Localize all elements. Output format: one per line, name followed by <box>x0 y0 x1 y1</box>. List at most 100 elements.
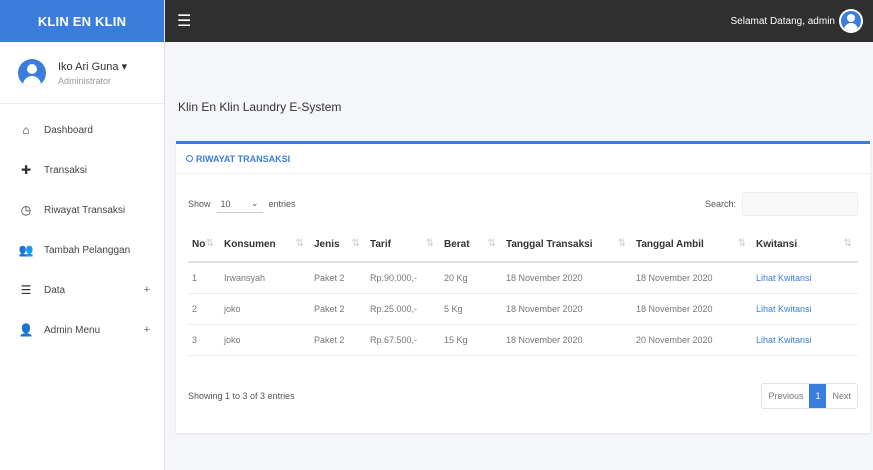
column-header-jenis[interactable]: Jenis ⇅ <box>310 228 366 263</box>
chevron-down-icon: ⌄ <box>250 198 259 208</box>
cell-tanggal-ambil: 20 November 2020 <box>632 324 752 356</box>
transaction-history-card: RIWAYAT TRANSAKSI Show 10 ⌄ entries Sear… <box>176 141 870 433</box>
expand-plus-icon[interactable]: + <box>144 324 150 336</box>
cell-jenis: Paket 2 <box>310 293 366 325</box>
table-info: Showing 1 to 3 of 3 entries <box>188 391 295 401</box>
table-row: 3 joko Paket 2 Rp.67.500,- 15 Kg 18 Nove… <box>188 324 858 356</box>
search-wrap: Search: <box>705 192 858 216</box>
sidebar-item-data[interactable]: ☰ Data + <box>0 270 164 310</box>
view-receipt-link[interactable]: Lihat Kwitansi <box>752 324 858 356</box>
view-receipt-link[interactable]: Lihat Kwitansi <box>752 262 858 294</box>
column-label: Tanggal Ambil <box>636 239 704 250</box>
column-header-berat[interactable]: Berat ⇅ <box>440 228 502 263</box>
cell-tanggal-transaksi: 18 November 2020 <box>502 324 632 356</box>
cell-konsumen: Irwansyah <box>220 262 310 294</box>
cell-jenis: Paket 2 <box>310 324 366 356</box>
cell-berat: 15 Kg <box>440 324 502 356</box>
column-header-tanggal-transaksi[interactable]: Tanggal Transaksi ⇅ <box>502 228 632 263</box>
table-controls: Show 10 ⌄ entries Search: <box>188 192 858 216</box>
hamburger-menu-icon[interactable]: ☰ <box>177 11 191 31</box>
home-icon: ⌂ <box>22 123 30 137</box>
column-header-kwitansi[interactable]: Kwitansi ⇅ <box>752 228 858 263</box>
brand-logo[interactable]: KLIN EN KLIN <box>0 0 164 42</box>
cell-tanggal-ambil: 18 November 2020 <box>632 262 752 294</box>
topbar: ☰ Selamat Datang, admin <box>165 0 873 42</box>
add-user-icon: 👥 <box>18 243 34 257</box>
page-title: Klin En Klin Laundry E-System <box>178 100 342 114</box>
table-footer: Showing 1 to 3 of 3 entries Previous 1 N… <box>188 382 858 410</box>
sort-icon: ⇅ <box>425 238 434 249</box>
sidebar-item-label: Admin Menu <box>44 324 101 336</box>
sort-icon: ⇅ <box>295 238 304 249</box>
sidebar-item-dashboard[interactable]: ⌂ Dashboard <box>0 110 164 150</box>
cell-konsumen: joko <box>220 324 310 356</box>
column-header-tarif[interactable]: Tarif ⇅ <box>366 228 440 263</box>
sidebar: KLIN EN KLIN Iko Ari Guna ▾ Administrato… <box>0 0 165 470</box>
chevron-down-icon: ▾ <box>121 60 128 73</box>
column-header-tanggal-ambil[interactable]: Tanggal Ambil ⇅ <box>632 228 752 263</box>
expand-plus-icon[interactable]: + <box>144 284 150 296</box>
history-icon: ◷ <box>20 203 32 217</box>
page-1-button[interactable]: 1 <box>809 384 827 408</box>
column-label: Tarif <box>370 239 391 250</box>
sidebar-item-admin-menu[interactable]: 👤 Admin Menu + <box>0 310 164 350</box>
card-title: RIWAYAT TRANSAKSI <box>196 153 291 164</box>
cell-no: 1 <box>188 262 220 294</box>
user-role: Administrator <box>58 75 112 86</box>
user-name: Iko Ari Guna <box>58 60 119 73</box>
column-label: Jenis <box>314 239 340 250</box>
transaction-table: No ⇅ Konsumen ⇅ Jenis ⇅ Tarif ⇅ Berat ⇅ Tangg… <box>188 228 858 356</box>
sort-icon: ⇅ <box>351 238 360 249</box>
sort-icon: ⇅ <box>737 238 746 249</box>
sidebar-item-transaksi[interactable]: ✚ Transaksi <box>0 150 164 190</box>
cell-berat: 5 Kg <box>440 293 502 325</box>
column-label: Kwitansi <box>756 239 798 250</box>
entries-value: 10 <box>220 198 231 209</box>
pagination: Previous 1 Next <box>761 383 858 409</box>
cell-tarif: Rp.67.500,- <box>366 324 440 356</box>
sidebar-item-label: Riwayat Transaksi <box>44 204 126 216</box>
cell-tarif: Rp.25.000,- <box>366 293 440 325</box>
sidebar-item-label: Tambah Pelanggan <box>44 244 131 256</box>
data-icon: ☰ <box>20 283 32 297</box>
cell-berat: 20 Kg <box>440 262 502 294</box>
sidebar-item-label: Transaksi <box>44 164 87 176</box>
sidebar-item-tambah-pelanggan[interactable]: 👥 Tambah Pelanggan <box>0 230 164 270</box>
admin-icon: 👤 <box>18 323 34 337</box>
greeting-text: Selamat Datang, admin <box>730 15 835 27</box>
column-label: Berat <box>444 239 470 250</box>
cell-tanggal-transaksi: 18 November 2020 <box>502 262 632 294</box>
cell-no: 2 <box>188 293 220 325</box>
show-label: Show <box>188 199 211 209</box>
user-name-row[interactable]: Iko Ari Guna ▾ <box>58 60 127 73</box>
cell-tarif: Rp.90.000,- <box>366 262 440 294</box>
entries-select[interactable]: 10 ⌄ <box>216 195 263 213</box>
cell-jenis: Paket 2 <box>310 262 366 294</box>
table-row: 1 Irwansyah Paket 2 Rp.90.000,- 20 Kg 18… <box>188 262 858 294</box>
column-header-no[interactable]: No ⇅ <box>188 228 220 263</box>
sort-icon: ⇅ <box>487 238 496 249</box>
user-avatar-icon[interactable] <box>839 9 863 33</box>
user-menu[interactable]: Selamat Datang, admin <box>730 9 863 33</box>
next-button[interactable]: Next <box>826 384 857 408</box>
user-panel[interactable]: Iko Ari Guna ▾ Administrator <box>0 42 164 104</box>
column-label: Tanggal Transaksi <box>506 239 593 250</box>
sidebar-item-riwayat-transaksi[interactable]: ◷ Riwayat Transaksi <box>0 190 164 230</box>
plus-icon: ✚ <box>20 163 32 177</box>
previous-button[interactable]: Previous <box>762 384 809 408</box>
sidebar-item-label: Data <box>44 284 66 296</box>
entries-label: entries <box>268 199 296 209</box>
circle-icon <box>186 155 193 162</box>
sort-icon: ⇅ <box>205 238 214 249</box>
column-label: Konsumen <box>224 239 276 250</box>
column-label: No <box>192 239 206 250</box>
view-receipt-link[interactable]: Lihat Kwitansi <box>752 293 858 325</box>
search-input[interactable] <box>742 192 858 216</box>
column-header-konsumen[interactable]: Konsumen ⇅ <box>220 228 310 263</box>
cell-tanggal-transaksi: 18 November 2020 <box>502 293 632 325</box>
user-avatar-icon <box>18 58 46 87</box>
table-header-row: No ⇅ Konsumen ⇅ Jenis ⇅ Tarif ⇅ Berat ⇅ Tangg… <box>188 228 858 263</box>
cell-no: 3 <box>188 324 220 356</box>
sort-icon: ⇅ <box>843 238 852 249</box>
cell-tanggal-ambil: 18 November 2020 <box>632 293 752 325</box>
